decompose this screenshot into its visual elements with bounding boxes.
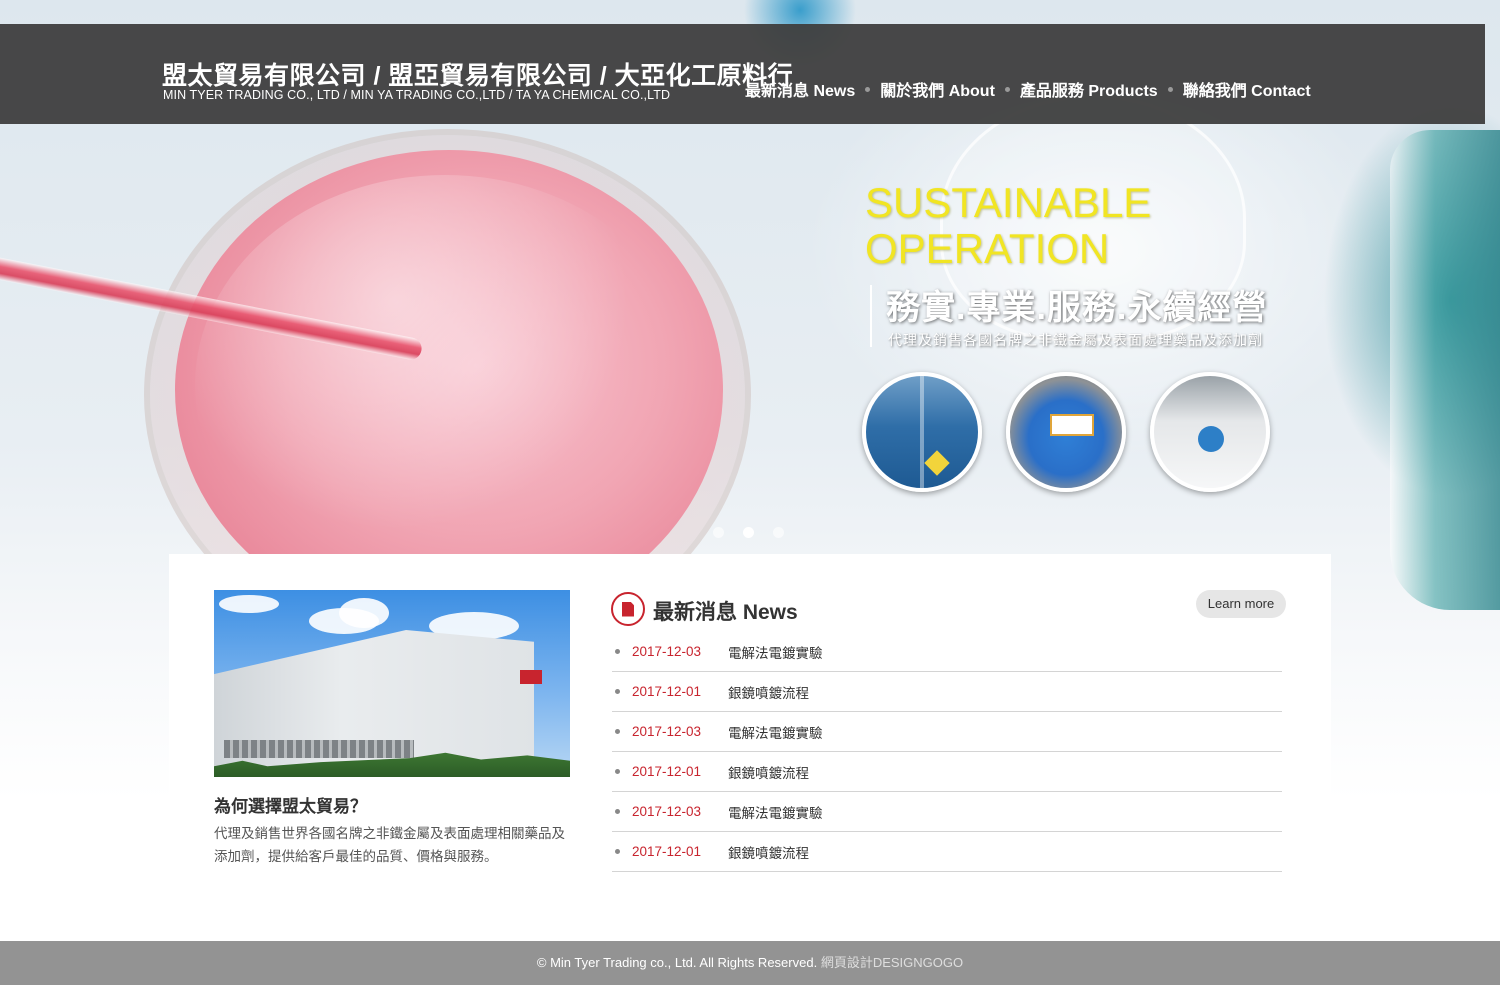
news-date: 2017-12-03: [632, 804, 702, 819]
main-nav: 最新消息 News 關於我們 About 產品服務 Products 聯絡我們 …: [745, 77, 1311, 101]
news-item[interactable]: 2017-12-03 電解法電鍍實驗: [612, 792, 1282, 832]
bag-logo: [1198, 426, 1224, 452]
nav-item-about[interactable]: 關於我們 About: [880, 77, 995, 101]
brand-name-en[interactable]: MIN TYER TRADING CO., LTD / MIN YA TRADI…: [163, 88, 670, 102]
slide-title-line-1: SUSTAINABLE: [865, 179, 1152, 226]
nav-item-products[interactable]: 產品服務 Products: [1020, 77, 1158, 101]
petri-dish-shine: [195, 175, 695, 595]
slide-divider: [870, 285, 872, 347]
news-title[interactable]: 銀鏡噴鍍流程: [728, 842, 809, 862]
why-choose-body: 代理及銷售世界各國名牌之非鐵金屬及表面處理相關藥品及添加劑，提供給客戶最佳的品質…: [214, 826, 565, 864]
nav-separator-dot: [1004, 86, 1010, 92]
building-sign: [520, 670, 542, 684]
product-thumb-container[interactable]: [1006, 372, 1126, 492]
product-thumb-drums[interactable]: [862, 372, 982, 492]
brand-name-cn[interactable]: 盟太貿易有限公司 / 盟亞貿易有限公司 / 大亞化工原料行: [162, 56, 793, 92]
beaker-image: [1390, 130, 1500, 610]
slide-headline: 務實.專業.服務.永續經營: [886, 289, 1268, 327]
site-header: 盟太貿易有限公司 / 盟亞貿易有限公司 / 大亞化工原料行 MIN TYER T…: [0, 24, 1485, 124]
slider-dot-2[interactable]: [743, 527, 754, 538]
site-footer: © Min Tyer Trading co., Ltd. All Rights …: [0, 941, 1500, 985]
container-label: [1050, 414, 1094, 436]
news-item[interactable]: 2017-12-03 電解法電鍍實驗: [612, 712, 1282, 752]
bullet-icon: [615, 849, 620, 854]
news-section-title: 最新消息 News: [653, 601, 798, 624]
document-icon: [611, 592, 645, 626]
footer-copyright: © Min Tyer Trading co., Ltd. All Rights …: [536, 955, 818, 970]
slide-title: SUSTAINABLE OPERATION: [865, 180, 1151, 272]
why-choose-title: 為何選擇盟太貿易？: [214, 797, 367, 816]
news-date: 2017-12-01: [632, 844, 702, 859]
nav-separator-dot: [865, 86, 871, 92]
bullet-icon: [615, 769, 620, 774]
document-shape: [622, 601, 634, 617]
news-item[interactable]: 2017-12-01 銀鏡噴鍍流程: [612, 672, 1282, 712]
company-building-photo: [214, 590, 570, 777]
news-item[interactable]: 2017-12-03 電解法電鍍實驗: [612, 632, 1282, 672]
slider-pagination: [713, 527, 803, 538]
building-vents: [224, 740, 414, 758]
news-item[interactable]: 2017-12-01 銀鏡噴鍍流程: [612, 752, 1282, 792]
cloud: [219, 595, 279, 613]
bullet-icon: [615, 689, 620, 694]
news-date: 2017-12-03: [632, 644, 702, 659]
news-date: 2017-12-01: [632, 684, 702, 699]
news-title[interactable]: 銀鏡噴鍍流程: [728, 682, 809, 702]
page: 盟太貿易有限公司 / 盟亞貿易有限公司 / 大亞化工原料行 MIN TYER T…: [0, 0, 1500, 985]
nav-separator-dot: [1167, 86, 1173, 92]
learn-more-button[interactable]: Learn more: [1196, 590, 1286, 618]
bullet-icon: [615, 729, 620, 734]
slide-subtitle: 代理及銷售各國名牌之非鐵金屬及表面處理藥品及添加劑: [888, 332, 1263, 348]
bullet-icon: [615, 649, 620, 654]
news-item[interactable]: 2017-12-01 銀鏡噴鍍流程: [612, 832, 1282, 872]
news-date: 2017-12-03: [632, 724, 702, 739]
content-card: 為何選擇盟太貿易？ 代理及銷售世界各國名牌之非鐵金屬及表面處理相關藥品及添加劑，…: [169, 554, 1331, 941]
slider-dot-1[interactable]: [713, 527, 724, 538]
nav-item-news[interactable]: 最新消息 News: [745, 77, 855, 101]
cloud: [339, 598, 389, 628]
news-list: 2017-12-03 電解法電鍍實驗 2017-12-01 銀鏡噴鍍流程 201…: [612, 632, 1282, 872]
slide-title-line-2: OPERATION: [865, 225, 1110, 272]
news-title[interactable]: 電解法電鍍實驗: [728, 642, 823, 662]
product-thumb-bag[interactable]: [1150, 372, 1270, 492]
slider-dot-3[interactable]: [773, 527, 784, 538]
footer-designer-link[interactable]: 網頁設計DESIGNGOGO: [821, 955, 963, 970]
nav-item-contact[interactable]: 聯絡我們 Contact: [1183, 77, 1311, 101]
news-title[interactable]: 電解法電鍍實驗: [728, 722, 823, 742]
news-title[interactable]: 銀鏡噴鍍流程: [728, 762, 809, 782]
news-date: 2017-12-01: [632, 764, 702, 779]
hazard-label: [924, 450, 950, 476]
bullet-icon: [615, 809, 620, 814]
news-title[interactable]: 電解法電鍍實驗: [728, 802, 823, 822]
